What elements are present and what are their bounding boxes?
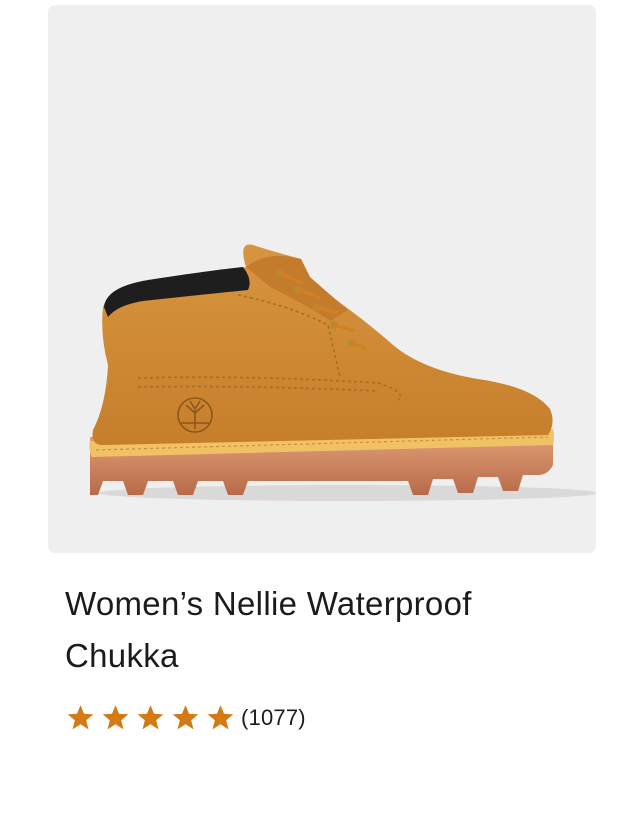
star-icon [101, 704, 130, 732]
product-rating[interactable]: (1077) [66, 702, 306, 734]
chukka-boot-image [89, 244, 596, 501]
product-title[interactable]: Women’s Nellie Waterproof Chukka [65, 578, 575, 682]
product-card: Women’s Nellie Waterproof Chukka (1077) [0, 0, 640, 828]
star-icon [206, 704, 235, 732]
star-icon [171, 704, 200, 732]
star-icon [66, 704, 95, 732]
product-image[interactable] [48, 5, 596, 553]
star-rating [66, 704, 235, 732]
star-icon [136, 704, 165, 732]
review-count: (1077) [241, 705, 306, 730]
